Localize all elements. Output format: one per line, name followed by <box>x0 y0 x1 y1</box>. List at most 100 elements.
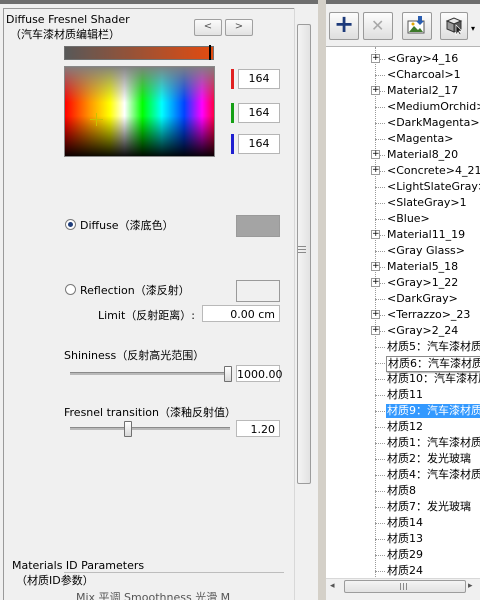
tree-item-label[interactable]: 材质4：汽车漆材质 <box>386 468 480 482</box>
tree-item[interactable]: + <Gray>2_24 <box>326 323 480 339</box>
tree-item-label[interactable]: Material11_19 <box>386 228 466 242</box>
tree-expand-icon[interactable]: + <box>371 230 380 239</box>
tree-item-label[interactable]: <Gray>4_16 <box>386 52 459 66</box>
left-scrollbar-thumb[interactable] <box>297 24 311 484</box>
scroll-right-arrow-icon[interactable]: ▸ <box>468 581 473 591</box>
tree-item[interactable]: 材质8 <box>326 483 480 499</box>
reflection-radio[interactable] <box>65 284 76 295</box>
tree-scrollbar-thumb[interactable] <box>344 580 466 593</box>
fresnel-slider-track[interactable] <box>70 427 230 430</box>
gradient-marker[interactable] <box>209 45 211 60</box>
tree-item-label[interactable]: <DarkGray> <box>386 292 459 306</box>
color-picker-cursor[interactable] <box>90 113 103 126</box>
tree-item-label[interactable]: 材质14 <box>386 516 424 530</box>
tree-item[interactable]: <Gray Glass> <box>326 243 480 259</box>
tree-item-label[interactable]: <Gray Glass> <box>386 244 466 258</box>
tree-item-label[interactable]: 材质5：汽车漆材质 <box>386 340 480 354</box>
tree-item[interactable]: + <Concrete>4_21 <box>326 163 480 179</box>
tree-item[interactable]: 材质11 <box>326 387 480 403</box>
tree-item-label[interactable]: <Gray>2_24 <box>386 324 459 338</box>
tree-item[interactable]: + Material8_20 <box>326 147 480 163</box>
tree-expand-icon[interactable]: + <box>371 310 380 319</box>
tree-item-label[interactable]: 材质7：发光玻璃 <box>386 500 472 514</box>
tree-item[interactable]: + <Terrazzo>_23 <box>326 307 480 323</box>
tree-item-label[interactable]: <Blue> <box>386 212 431 226</box>
tree-item-label[interactable]: <MediumOrchid> <box>386 100 480 114</box>
tree-item-label[interactable]: Material2_17 <box>386 84 459 98</box>
next-button[interactable]: > <box>225 19 253 36</box>
tree-item[interactable]: 材质6：汽车漆材质 <box>326 355 480 372</box>
tree-item-label[interactable]: Material5_18 <box>386 260 459 274</box>
tree-item-label[interactable]: <Charcoal>1 <box>386 68 462 82</box>
select-material-button[interactable] <box>440 12 468 40</box>
tree-item[interactable]: <Blue> <box>326 211 480 227</box>
tree-item[interactable]: + Material11_19 <box>326 227 480 243</box>
tree-item-label[interactable]: 材质12 <box>386 420 424 434</box>
tree-item-label-selected[interactable]: 材质9：汽车漆材质 <box>386 404 480 418</box>
tree-item[interactable]: 材质9：汽车漆材质 <box>326 403 480 419</box>
tree-item[interactable]: 材质7：发光玻璃 <box>326 499 480 515</box>
tree-item-label[interactable]: <SlateGray>1 <box>386 196 468 210</box>
tree-item[interactable]: 材质24 <box>326 563 480 579</box>
tree-item[interactable]: 材质12 <box>326 419 480 435</box>
tree-item-label[interactable]: 材质2：发光玻璃 <box>386 452 472 466</box>
fresnel-slider-thumb[interactable] <box>123 421 132 437</box>
tree-item[interactable]: <Charcoal>1 <box>326 67 480 83</box>
tree-item[interactable]: <Magenta> <box>326 131 480 147</box>
panel-splitter[interactable] <box>318 0 326 600</box>
reflection-color-swatch[interactable] <box>236 280 280 302</box>
tree-item[interactable]: + Material2_17 <box>326 83 480 99</box>
chevron-down-icon[interactable]: ▾ <box>471 24 475 33</box>
shininess-input[interactable]: 1000.00 <box>236 365 283 382</box>
tree-item-label[interactable]: <DarkMagenta> <box>386 116 480 130</box>
tree-expand-icon[interactable]: + <box>371 326 380 335</box>
tree-item[interactable]: + <Gray>1_22 <box>326 275 480 291</box>
tree-item[interactable]: 材质29 <box>326 547 480 563</box>
tree-item-label[interactable]: <Concrete>4_21 <box>386 164 480 178</box>
tree-item-label[interactable]: 材质11 <box>386 388 424 402</box>
tree-item[interactable]: <DarkMagenta> <box>326 115 480 131</box>
tree-item-label[interactable]: 材质10：汽车漆材质 <box>386 372 480 386</box>
tree-item[interactable]: 材质14 <box>326 515 480 531</box>
limit-input[interactable]: 0.00 cm <box>202 305 280 322</box>
color-picker-field[interactable] <box>64 66 215 157</box>
blue-value-field[interactable]: 164 <box>238 134 280 154</box>
tree-item-label[interactable]: 材质29 <box>386 548 424 562</box>
tree-item-label[interactable]: <Gray>1_22 <box>386 276 459 290</box>
shininess-slider-thumb[interactable] <box>224 366 232 382</box>
tree-item[interactable]: 材质13 <box>326 531 480 547</box>
tree-item[interactable]: 材质4：汽车漆材质 <box>326 467 480 483</box>
tree-item[interactable]: 材质5：汽车漆材质 <box>326 339 480 355</box>
tree-item[interactable]: 材质2：发光玻璃 <box>326 451 480 467</box>
tree-item[interactable]: 材质1：汽车漆材质 <box>326 435 480 451</box>
tree-item-label[interactable]: 材质1：汽车漆材质 <box>386 436 480 450</box>
tree-item-label[interactable]: 材质13 <box>386 532 424 546</box>
diffuse-color-swatch[interactable] <box>236 215 280 237</box>
tree-item[interactable]: <MediumOrchid> <box>326 99 480 115</box>
fresnel-input[interactable]: 1.20 <box>236 420 280 437</box>
tree-expand-icon[interactable]: + <box>371 166 380 175</box>
red-value-field[interactable]: 164 <box>238 69 280 89</box>
tree-expand-icon[interactable]: + <box>371 278 380 287</box>
tree-item[interactable]: <SlateGray>1 <box>326 195 480 211</box>
tree-item[interactable]: + <Gray>4_16 <box>326 51 480 67</box>
tree-item-label[interactable]: 材质8 <box>386 484 417 498</box>
add-material-button[interactable]: + <box>329 10 359 40</box>
color-gradient-bar[interactable] <box>64 46 214 60</box>
tree-expand-icon[interactable]: + <box>371 86 380 95</box>
scroll-left-arrow-icon[interactable]: ◂ <box>330 581 335 591</box>
previous-button[interactable]: < <box>194 19 222 36</box>
shininess-slider-track[interactable] <box>70 372 230 375</box>
import-material-button[interactable] <box>402 12 432 40</box>
tree-item-label[interactable]: <Magenta> <box>386 132 454 146</box>
tree-expand-icon[interactable]: + <box>371 150 380 159</box>
tree-item-label[interactable]: 材质24 <box>386 564 424 578</box>
tree-item[interactable]: <LightSlateGray> <box>326 179 480 195</box>
tree-item-label[interactable]: Material8_20 <box>386 148 459 162</box>
tree-item-label[interactable]: 材质6：汽车漆材质 <box>386 356 480 372</box>
tree-item[interactable]: 材质10：汽车漆材质 <box>326 371 480 387</box>
diffuse-radio[interactable] <box>65 219 76 230</box>
tree-item[interactable]: + Material5_18 <box>326 259 480 275</box>
material-tree[interactable]: + <Gray>4_16 <Charcoal>1 + Material2_17 <Medi… <box>326 46 480 579</box>
tree-expand-icon[interactable]: + <box>371 54 380 63</box>
